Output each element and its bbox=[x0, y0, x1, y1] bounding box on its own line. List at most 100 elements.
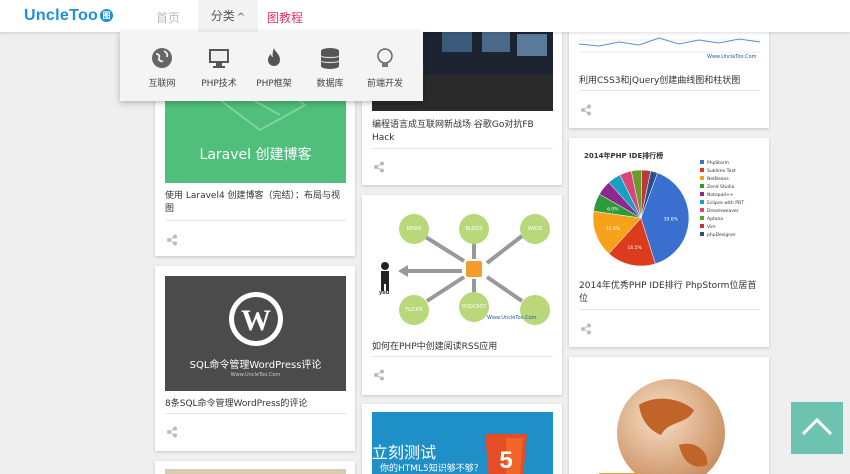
share-icon[interactable] bbox=[580, 323, 592, 335]
legend-label: NetBeans bbox=[707, 176, 729, 182]
legend-label: Sublime Text bbox=[707, 168, 736, 174]
divider bbox=[579, 309, 760, 310]
share-icon[interactable] bbox=[580, 104, 592, 116]
dropdown-item-php[interactable]: PHP技术 bbox=[189, 32, 249, 101]
legend-swatch bbox=[700, 200, 704, 204]
logo-badge: 图 bbox=[100, 9, 114, 22]
divider bbox=[579, 90, 760, 91]
dropdown-label: 前端开发 bbox=[366, 79, 403, 89]
article-title[interactable]: 使用 Laravel4 创建博客（完结）：布局与视图 bbox=[165, 190, 346, 216]
legend-label: PhpStorm bbox=[707, 160, 729, 166]
pie-data-label: 15.6% bbox=[606, 226, 621, 232]
article-card-wordpress[interactable]: W SQL命令管理WordPress评论 Www.UncleToo.Com 8条… bbox=[155, 266, 355, 451]
nav-tutorial-link[interactable]: 图教程 bbox=[267, 9, 303, 26]
thumbnail-caption: 立刻测试 bbox=[372, 443, 437, 462]
article-title[interactable]: 利用CSS3和jQuery创建曲线图和柱状图 bbox=[579, 75, 760, 88]
dropdown-label: 数据库 bbox=[316, 79, 344, 89]
site-logo[interactable]: UncleToo 图 bbox=[24, 7, 114, 25]
top-navbar: UncleToo 图 首页 分类 ^ 图教程 bbox=[0, 0, 850, 32]
legend-label: Zend Studio bbox=[707, 184, 735, 190]
article-title[interactable]: 8条SQL命令管理WordPress的评论 bbox=[165, 398, 346, 411]
pie-chart: 39.6% 16.5% 15.6% 6.0% PhpStorm Sublime Text N… bbox=[592, 160, 744, 267]
article-title[interactable]: 编程语言成互联网新战场 谷歌Go对抗FB Hack bbox=[372, 119, 553, 145]
bubble-label: FLICKR bbox=[405, 307, 423, 313]
share-icon[interactable] bbox=[373, 161, 385, 173]
legend-swatch bbox=[700, 184, 704, 188]
article-thumbnail[interactable] bbox=[579, 365, 760, 474]
dropdown-label: 互联网 bbox=[148, 79, 176, 89]
divider bbox=[372, 148, 553, 149]
article-card-globe[interactable] bbox=[569, 357, 769, 474]
bubble-label: WIKIS bbox=[527, 226, 543, 232]
chevron-up-icon bbox=[801, 417, 833, 436]
dropdown-item-database[interactable]: 数据库 bbox=[300, 32, 360, 101]
pie-data-label: 39.6% bbox=[664, 217, 679, 223]
bubble-label: PODCAST bbox=[462, 304, 486, 310]
legend-swatch bbox=[700, 232, 704, 236]
divider bbox=[165, 220, 346, 221]
person-label: you bbox=[379, 290, 390, 296]
legend-swatch bbox=[700, 192, 704, 196]
bubble-label: NEWS bbox=[406, 226, 422, 232]
article-thumbnail[interactable]: W SQL命令管理WordPress评论 Www.UncleToo.Com bbox=[165, 276, 346, 391]
thumbnail-subcaption: 你的HTML5知识够不够？ bbox=[380, 464, 483, 474]
legend-label: Dreamweaver bbox=[707, 208, 739, 214]
legend-swatch bbox=[700, 160, 704, 164]
share-icon[interactable] bbox=[166, 426, 178, 438]
pie-data-label: 16.5% bbox=[628, 245, 643, 251]
nav-home-link[interactable]: 首页 bbox=[156, 9, 180, 26]
nav-category-menu[interactable]: 分类 ^ bbox=[198, 0, 258, 32]
thumbnail-caption: SQL命令管理WordPress评论 bbox=[189, 360, 322, 371]
legend-swatch bbox=[700, 176, 704, 180]
watermark: Www.UncleToo.Com bbox=[707, 54, 757, 60]
legend-swatch bbox=[700, 216, 704, 220]
share-icon[interactable] bbox=[373, 369, 385, 381]
back-to-top-button[interactable] bbox=[791, 402, 843, 454]
legend-swatch bbox=[700, 224, 704, 228]
chart-title: 2014年PHP IDE排行榜 bbox=[584, 152, 664, 160]
category-dropdown: 互联网 PHP技术 PHP框架 数据库 前端开发 bbox=[120, 32, 423, 101]
article-title[interactable]: 2014年优秀PHP IDE排行 PhpStorm位居首位 bbox=[579, 280, 760, 306]
svg-text:W: W bbox=[241, 304, 271, 337]
legend-label: Vim bbox=[707, 224, 716, 230]
thumbnail-caption: Laravel 创建博客 bbox=[199, 147, 312, 163]
legend-label: Aptana bbox=[707, 216, 723, 222]
divider bbox=[165, 413, 346, 414]
article-thumbnail[interactable]: 立刻测试 你的HTML5知识够不够？ 5 bbox=[372, 412, 553, 474]
dropdown-label: PHP技术 bbox=[201, 79, 237, 89]
watermark: Www.UncleToo.Com bbox=[230, 372, 281, 378]
legend-swatch bbox=[700, 208, 704, 212]
article-card-partial[interactable] bbox=[155, 461, 355, 474]
share-icon[interactable] bbox=[166, 234, 178, 246]
article-thumbnail[interactable]: NEWS BLOGS WIKIS FLICKR PODCAST you Www.… bbox=[372, 203, 553, 331]
svg-text:5: 5 bbox=[499, 447, 512, 474]
legend-swatch bbox=[700, 168, 704, 172]
html5-logo: 5 bbox=[485, 434, 527, 474]
article-card-php-ide[interactable]: 2014年PHP IDE排行榜 39.6% 16.5% 15.6% 6.0% PhpSt… bbox=[569, 138, 769, 347]
dropdown-label: PHP框架 bbox=[256, 79, 292, 89]
lightbulb-icon bbox=[377, 48, 393, 67]
legend-label: phpDesigner bbox=[707, 232, 736, 238]
legend-label: Eclipse with PDT bbox=[707, 200, 744, 206]
dropdown-item-php-framework[interactable]: PHP框架 bbox=[244, 32, 304, 101]
watermark: Www.UncleToo.Com bbox=[487, 315, 537, 321]
dropdown-item-internet[interactable]: 互联网 bbox=[132, 32, 192, 101]
globe-icon bbox=[152, 48, 172, 68]
flame-icon bbox=[268, 48, 280, 66]
article-card-html5[interactable]: 立刻测试 你的HTML5知识够不够？ 5 bbox=[362, 404, 562, 474]
article-card-jquery[interactable]: Www.UncleToo.Com 利用CSS3和jQuery创建曲线图和柱状图 bbox=[569, 20, 769, 128]
divider bbox=[372, 356, 553, 357]
article-title[interactable]: 如何在PHP中创建阅读RSS应用 bbox=[372, 341, 553, 354]
nav-category-label: 分类 bbox=[210, 9, 235, 23]
article-thumbnail[interactable] bbox=[165, 469, 346, 474]
database-icon bbox=[320, 48, 340, 69]
pie-data-label: 6.0% bbox=[607, 206, 619, 212]
legend-label: Notepad++ bbox=[707, 192, 734, 198]
article-card-rss[interactable]: NEWS BLOGS WIKIS FLICKR PODCAST you Www.… bbox=[362, 195, 562, 395]
article-thumbnail[interactable]: 2014年PHP IDE排行榜 39.6% 16.5% 15.6% 6.0% PhpSt… bbox=[579, 146, 760, 274]
dropdown-item-frontend[interactable]: 前端开发 bbox=[355, 32, 415, 101]
chevron-up-icon: ^ bbox=[236, 12, 246, 23]
bubble-label: BLOGS bbox=[465, 226, 483, 232]
monitor-icon bbox=[209, 49, 229, 68]
globe-illustration bbox=[599, 379, 725, 474]
